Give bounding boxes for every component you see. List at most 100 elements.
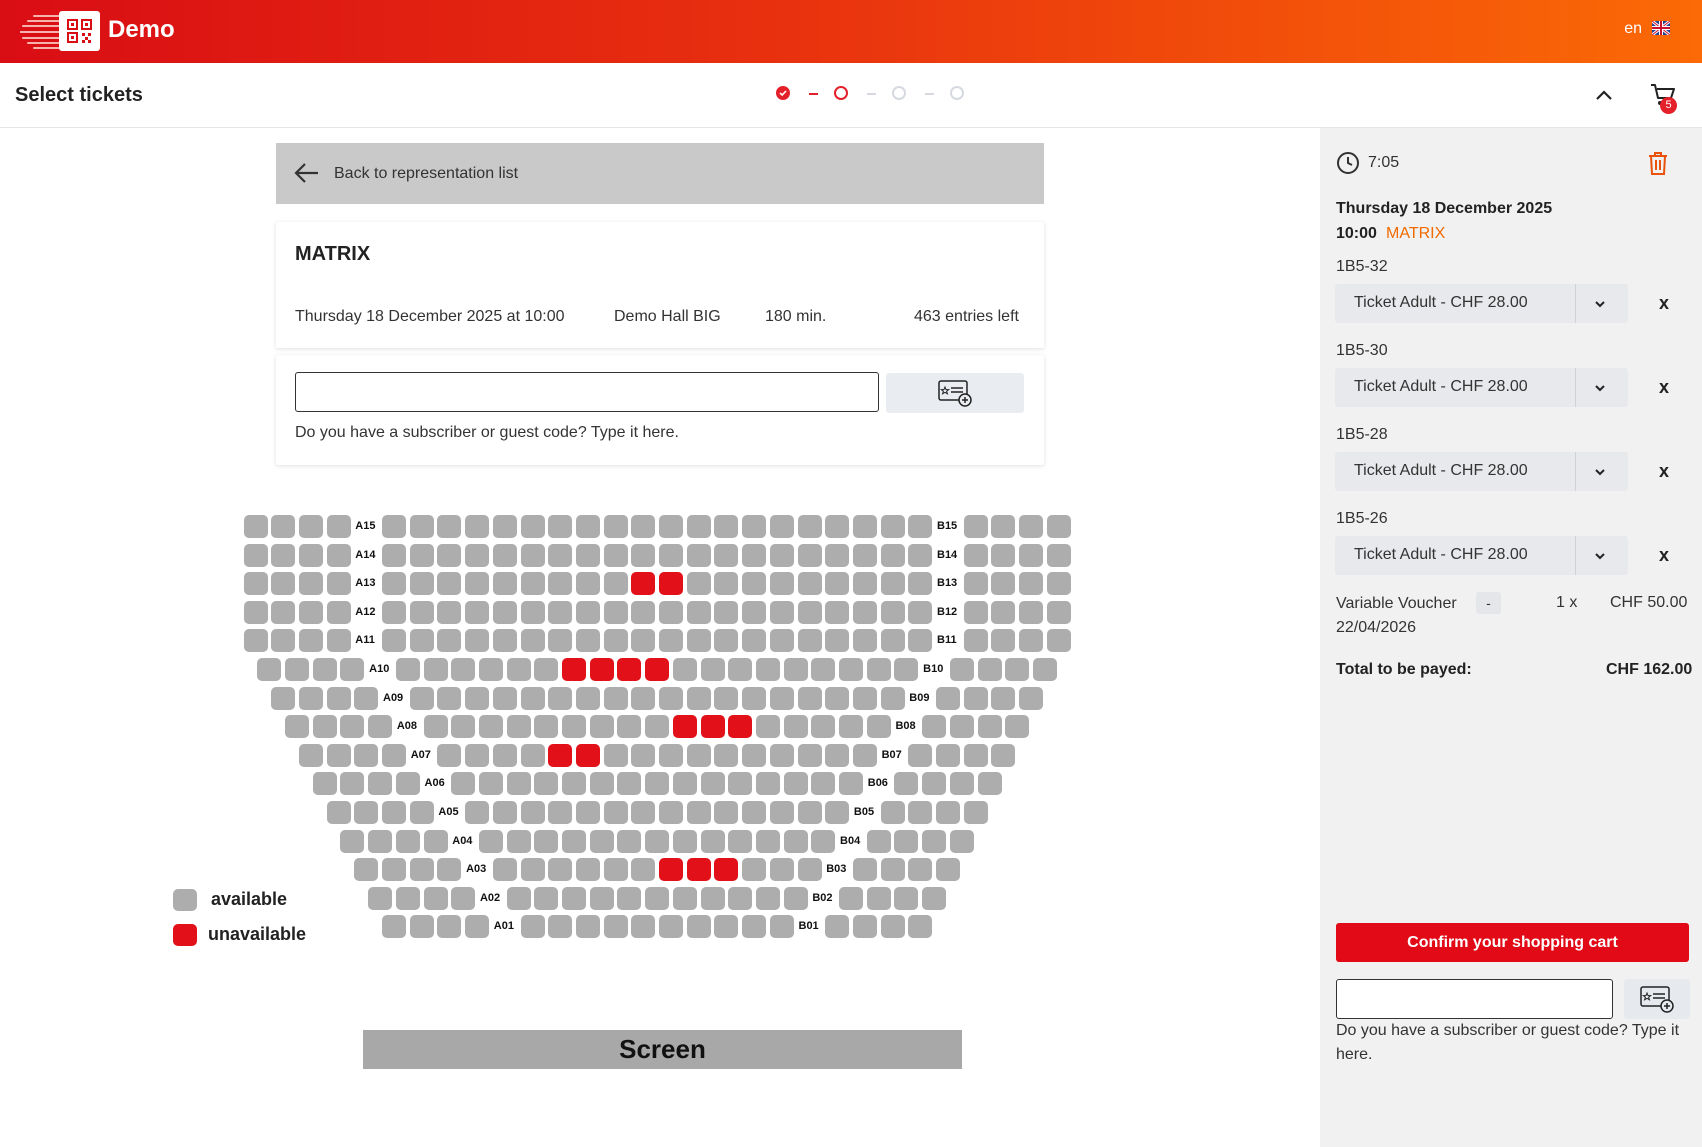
seat-available[interactable]	[589, 829, 614, 853]
seat-available[interactable]	[672, 658, 697, 681]
seat-available[interactable]	[852, 600, 877, 624]
seat-available[interactable]	[354, 858, 379, 882]
seat-available[interactable]	[755, 772, 780, 796]
seat-available[interactable]	[465, 572, 490, 596]
seat-available[interactable]	[312, 772, 337, 796]
seat-available[interactable]	[575, 629, 600, 653]
seat-available[interactable]	[991, 572, 1016, 596]
seat-available[interactable]	[631, 629, 656, 653]
seat-available[interactable]	[894, 886, 919, 910]
seat-available[interactable]	[354, 686, 379, 710]
seat-available[interactable]	[852, 629, 877, 653]
seat-available[interactable]	[797, 600, 822, 624]
seat-available[interactable]	[922, 772, 947, 796]
seat-available[interactable]	[409, 858, 434, 882]
seat-available[interactable]	[548, 686, 573, 710]
seat-available[interactable]	[991, 629, 1016, 653]
seat-available[interactable]	[908, 600, 933, 624]
seat-available[interactable]	[548, 600, 573, 624]
seat-available[interactable]	[1019, 600, 1044, 624]
ticket-type-select[interactable]: Ticket Adult - CHF 28.00	[1335, 536, 1628, 575]
seat-available[interactable]	[908, 543, 933, 567]
seat-available[interactable]	[949, 829, 974, 853]
seat-available[interactable]	[575, 515, 600, 538]
seat-available[interactable]	[382, 600, 406, 624]
seat-available[interactable]	[728, 886, 753, 910]
seat-available[interactable]	[755, 829, 780, 853]
seat-available[interactable]	[659, 515, 683, 538]
seat-available[interactable]	[894, 829, 919, 853]
seat-available[interactable]	[409, 915, 434, 939]
seat-available[interactable]	[880, 543, 905, 567]
seat-available[interactable]	[368, 715, 393, 739]
seat-available[interactable]	[908, 915, 933, 939]
seat-available[interactable]	[908, 572, 933, 596]
seat-available[interactable]	[714, 743, 739, 767]
seat-available[interactable]	[409, 600, 434, 624]
seat-available[interactable]	[797, 543, 822, 567]
seat-available[interactable]	[963, 629, 988, 653]
seat-available[interactable]	[271, 600, 296, 624]
seat-available[interactable]	[298, 572, 323, 596]
seat-available[interactable]	[659, 629, 683, 653]
seat-available[interactable]	[631, 686, 656, 710]
seat-available[interactable]	[742, 543, 767, 567]
seat-available[interactable]	[645, 886, 670, 910]
seat-available[interactable]	[866, 715, 891, 739]
seat-available[interactable]	[465, 686, 490, 710]
seat-available[interactable]	[465, 801, 490, 824]
seat-available[interactable]	[908, 858, 933, 882]
seat-available[interactable]	[977, 715, 1002, 739]
remove-ticket-button[interactable]: x	[1659, 377, 1669, 398]
seat-available[interactable]	[575, 801, 600, 824]
seat-available[interactable]	[631, 915, 656, 939]
seat-available[interactable]	[437, 915, 462, 939]
seat-available[interactable]	[811, 772, 836, 796]
seat-available[interactable]	[963, 543, 988, 567]
seat-available[interactable]	[991, 600, 1016, 624]
seat-available[interactable]	[243, 515, 268, 538]
seat-available[interactable]	[659, 686, 683, 710]
seat-available[interactable]	[880, 801, 905, 824]
seat-available[interactable]	[825, 515, 850, 538]
seat-available[interactable]	[562, 715, 587, 739]
seat-available[interactable]	[714, 515, 739, 538]
seat-available[interactable]	[382, 515, 406, 538]
ticket-type-select[interactable]: Ticket Adult - CHF 28.00	[1335, 452, 1628, 491]
seat-available[interactable]	[298, 515, 323, 538]
seat-available[interactable]	[659, 743, 683, 767]
seat-available[interactable]	[548, 801, 573, 824]
seat-available[interactable]	[478, 829, 503, 853]
seat-available[interactable]	[659, 915, 683, 939]
seat-available[interactable]	[520, 686, 545, 710]
seat-available[interactable]	[728, 772, 753, 796]
seat-available[interactable]	[755, 658, 780, 681]
seat-available[interactable]	[700, 772, 725, 796]
seat-available[interactable]	[963, 572, 988, 596]
seat-available[interactable]	[478, 772, 503, 796]
seat-available[interactable]	[492, 515, 517, 538]
voucher-decrease-button[interactable]: -	[1476, 592, 1501, 614]
seat-available[interactable]	[340, 658, 365, 681]
seat-available[interactable]	[728, 658, 753, 681]
seat-available[interactable]	[631, 543, 656, 567]
seat-available[interactable]	[409, 629, 434, 653]
seat-available[interactable]	[797, 572, 822, 596]
seat-available[interactable]	[465, 743, 490, 767]
seat-available[interactable]	[382, 915, 406, 939]
seat-available[interactable]	[534, 658, 559, 681]
seat-available[interactable]	[866, 829, 891, 853]
seat-available[interactable]	[894, 658, 919, 681]
seat-available[interactable]	[908, 515, 933, 538]
seat-available[interactable]	[243, 543, 268, 567]
seat-available[interactable]	[922, 715, 947, 739]
seat-available[interactable]	[1019, 543, 1044, 567]
seat-available[interactable]	[285, 715, 310, 739]
seat-available[interactable]	[534, 886, 559, 910]
seat-available[interactable]	[257, 658, 282, 681]
seat-available[interactable]	[368, 829, 393, 853]
seat-available[interactable]	[548, 572, 573, 596]
seat-available[interactable]	[243, 629, 268, 653]
sidebar-code-input[interactable]	[1336, 979, 1613, 1019]
seat-available[interactable]	[1019, 629, 1044, 653]
